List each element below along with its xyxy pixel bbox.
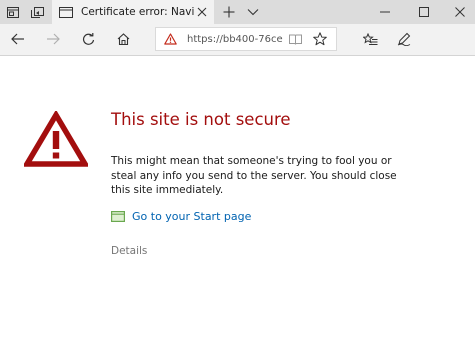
back-arrow-icon[interactable] — [6, 28, 30, 50]
refresh-icon[interactable] — [76, 28, 100, 50]
maximize-icon[interactable] — [409, 0, 439, 24]
star-icon[interactable] — [312, 31, 328, 47]
plus-icon[interactable] — [218, 0, 240, 24]
tab-strip: Certificate error: Naviga — [0, 0, 475, 24]
navigation-bar: https://bb400-76ce: — [0, 24, 475, 56]
address-bar[interactable]: https://bb400-76ce: — [155, 27, 337, 51]
warning-triangle-icon — [22, 109, 90, 167]
forward-arrow-icon[interactable] — [41, 28, 65, 50]
reading-view-icon[interactable] — [288, 33, 302, 45]
tab-title: Certificate error: Naviga — [81, 6, 195, 18]
tab-restore-icon[interactable] — [26, 0, 48, 24]
warning-triangle-icon[interactable] — [164, 33, 178, 45]
details-link[interactable]: Details — [111, 245, 147, 257]
browser-window: Certificate error: Naviga https://bb400-… — [0, 0, 475, 363]
minimize-icon[interactable] — [370, 0, 400, 24]
pen-icon[interactable] — [392, 28, 416, 50]
tab-set-aside-icon[interactable] — [2, 0, 24, 24]
page-icon — [59, 6, 73, 18]
close-icon[interactable] — [196, 6, 208, 18]
chevron-down-icon[interactable] — [242, 0, 264, 24]
hub-icon[interactable] — [358, 28, 382, 50]
url-text[interactable]: https://bb400-76ce: — [187, 34, 283, 45]
window-close-icon[interactable] — [445, 0, 475, 24]
tab-certificate-error[interactable]: Certificate error: Naviga — [52, 0, 214, 24]
start-page-link-label[interactable]: Go to your Start page — [132, 210, 251, 223]
home-icon[interactable] — [111, 28, 135, 50]
page-content: This site is not secure This might mean … — [0, 56, 475, 363]
start-page-icon — [111, 211, 125, 222]
page-title: This site is not secure — [111, 110, 291, 129]
start-page-link[interactable]: Go to your Start page — [111, 210, 251, 223]
warning-description: This might mean that someone's trying to… — [111, 155, 397, 196]
